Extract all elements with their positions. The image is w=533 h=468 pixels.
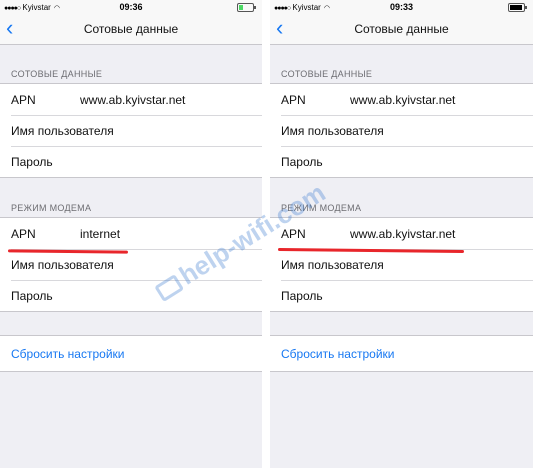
username-label: Имя пользователя — [281, 124, 384, 138]
hotspot-password-row[interactable]: Пароль — [0, 280, 262, 311]
personal-hotspot-group: APN www.ab.kyivstar.net Имя пользователя… — [270, 217, 533, 312]
apn-row[interactable]: APN www.ab.kyivstar.net — [270, 84, 533, 115]
hotspot-password-label: Пароль — [281, 289, 323, 303]
hotspot-apn-field[interactable]: www.ab.kyivstar.net — [350, 227, 455, 241]
hotspot-password-row[interactable]: Пароль — [270, 280, 533, 311]
settings-screen-right: ●●●●○ Kyivstar ◠ 09:33 ‹ Сотовые данные С… — [270, 0, 533, 468]
hotspot-username-label: Имя пользователя — [281, 258, 384, 272]
battery-icon — [508, 3, 527, 12]
apn-field[interactable]: www.ab.kyivstar.net — [350, 93, 455, 107]
apn-row[interactable]: APN www.ab.kyivstar.net — [0, 84, 262, 115]
cellular-data-group: APN www.ab.kyivstar.net Имя пользователя… — [0, 83, 262, 178]
apn-field[interactable]: www.ab.kyivstar.net — [80, 93, 185, 107]
apn-label: APN — [281, 93, 306, 107]
navigation-bar: ‹ Сотовые данные — [0, 14, 262, 45]
status-time: 09:33 — [389, 2, 414, 12]
battery-icon — [237, 3, 256, 12]
username-label: Имя пользователя — [11, 124, 114, 138]
password-row[interactable]: Пароль — [0, 146, 262, 177]
password-row[interactable]: Пароль — [270, 146, 533, 177]
status-bar: ●●●●○ Kyivstar ◠ 09:33 — [270, 0, 533, 14]
section-header-cellular: СОТОВЫЕ ДАННЫЕ — [281, 69, 373, 79]
apn-label: APN — [11, 93, 36, 107]
username-row[interactable]: Имя пользователя — [270, 115, 533, 146]
hotspot-username-row[interactable]: Имя пользователя — [270, 249, 533, 280]
reset-group: Сбросить настройки — [0, 335, 262, 372]
hotspot-username-label: Имя пользователя — [11, 258, 114, 272]
reset-group: Сбросить настройки — [270, 335, 533, 372]
hotspot-apn-label: APN — [11, 227, 36, 241]
reset-settings-button[interactable]: Сбросить настройки — [11, 347, 124, 361]
password-label: Пароль — [281, 155, 323, 169]
hotspot-apn-field[interactable]: internet — [80, 227, 120, 241]
section-header-hotspot: РЕЖИМ МОДЕМА — [11, 203, 92, 213]
reset-settings-button[interactable]: Сбросить настройки — [281, 347, 394, 361]
page-title: Сотовые данные — [354, 22, 449, 36]
hotspot-password-label: Пароль — [11, 289, 53, 303]
section-header-cellular: СОТОВЫЕ ДАННЫЕ — [11, 69, 103, 79]
page-title: Сотовые данные — [83, 22, 179, 36]
status-bar: ●●●●○ Kyivstar ◠ 09:36 — [0, 0, 262, 14]
navigation-bar: ‹ Сотовые данные — [270, 14, 533, 45]
password-label: Пароль — [11, 155, 53, 169]
username-row[interactable]: Имя пользователя — [0, 115, 262, 146]
status-time: 09:36 — [119, 2, 143, 12]
hotspot-apn-row[interactable]: APN www.ab.kyivstar.net — [270, 218, 533, 249]
cellular-data-group: APN www.ab.kyivstar.net Имя пользователя… — [270, 83, 533, 178]
